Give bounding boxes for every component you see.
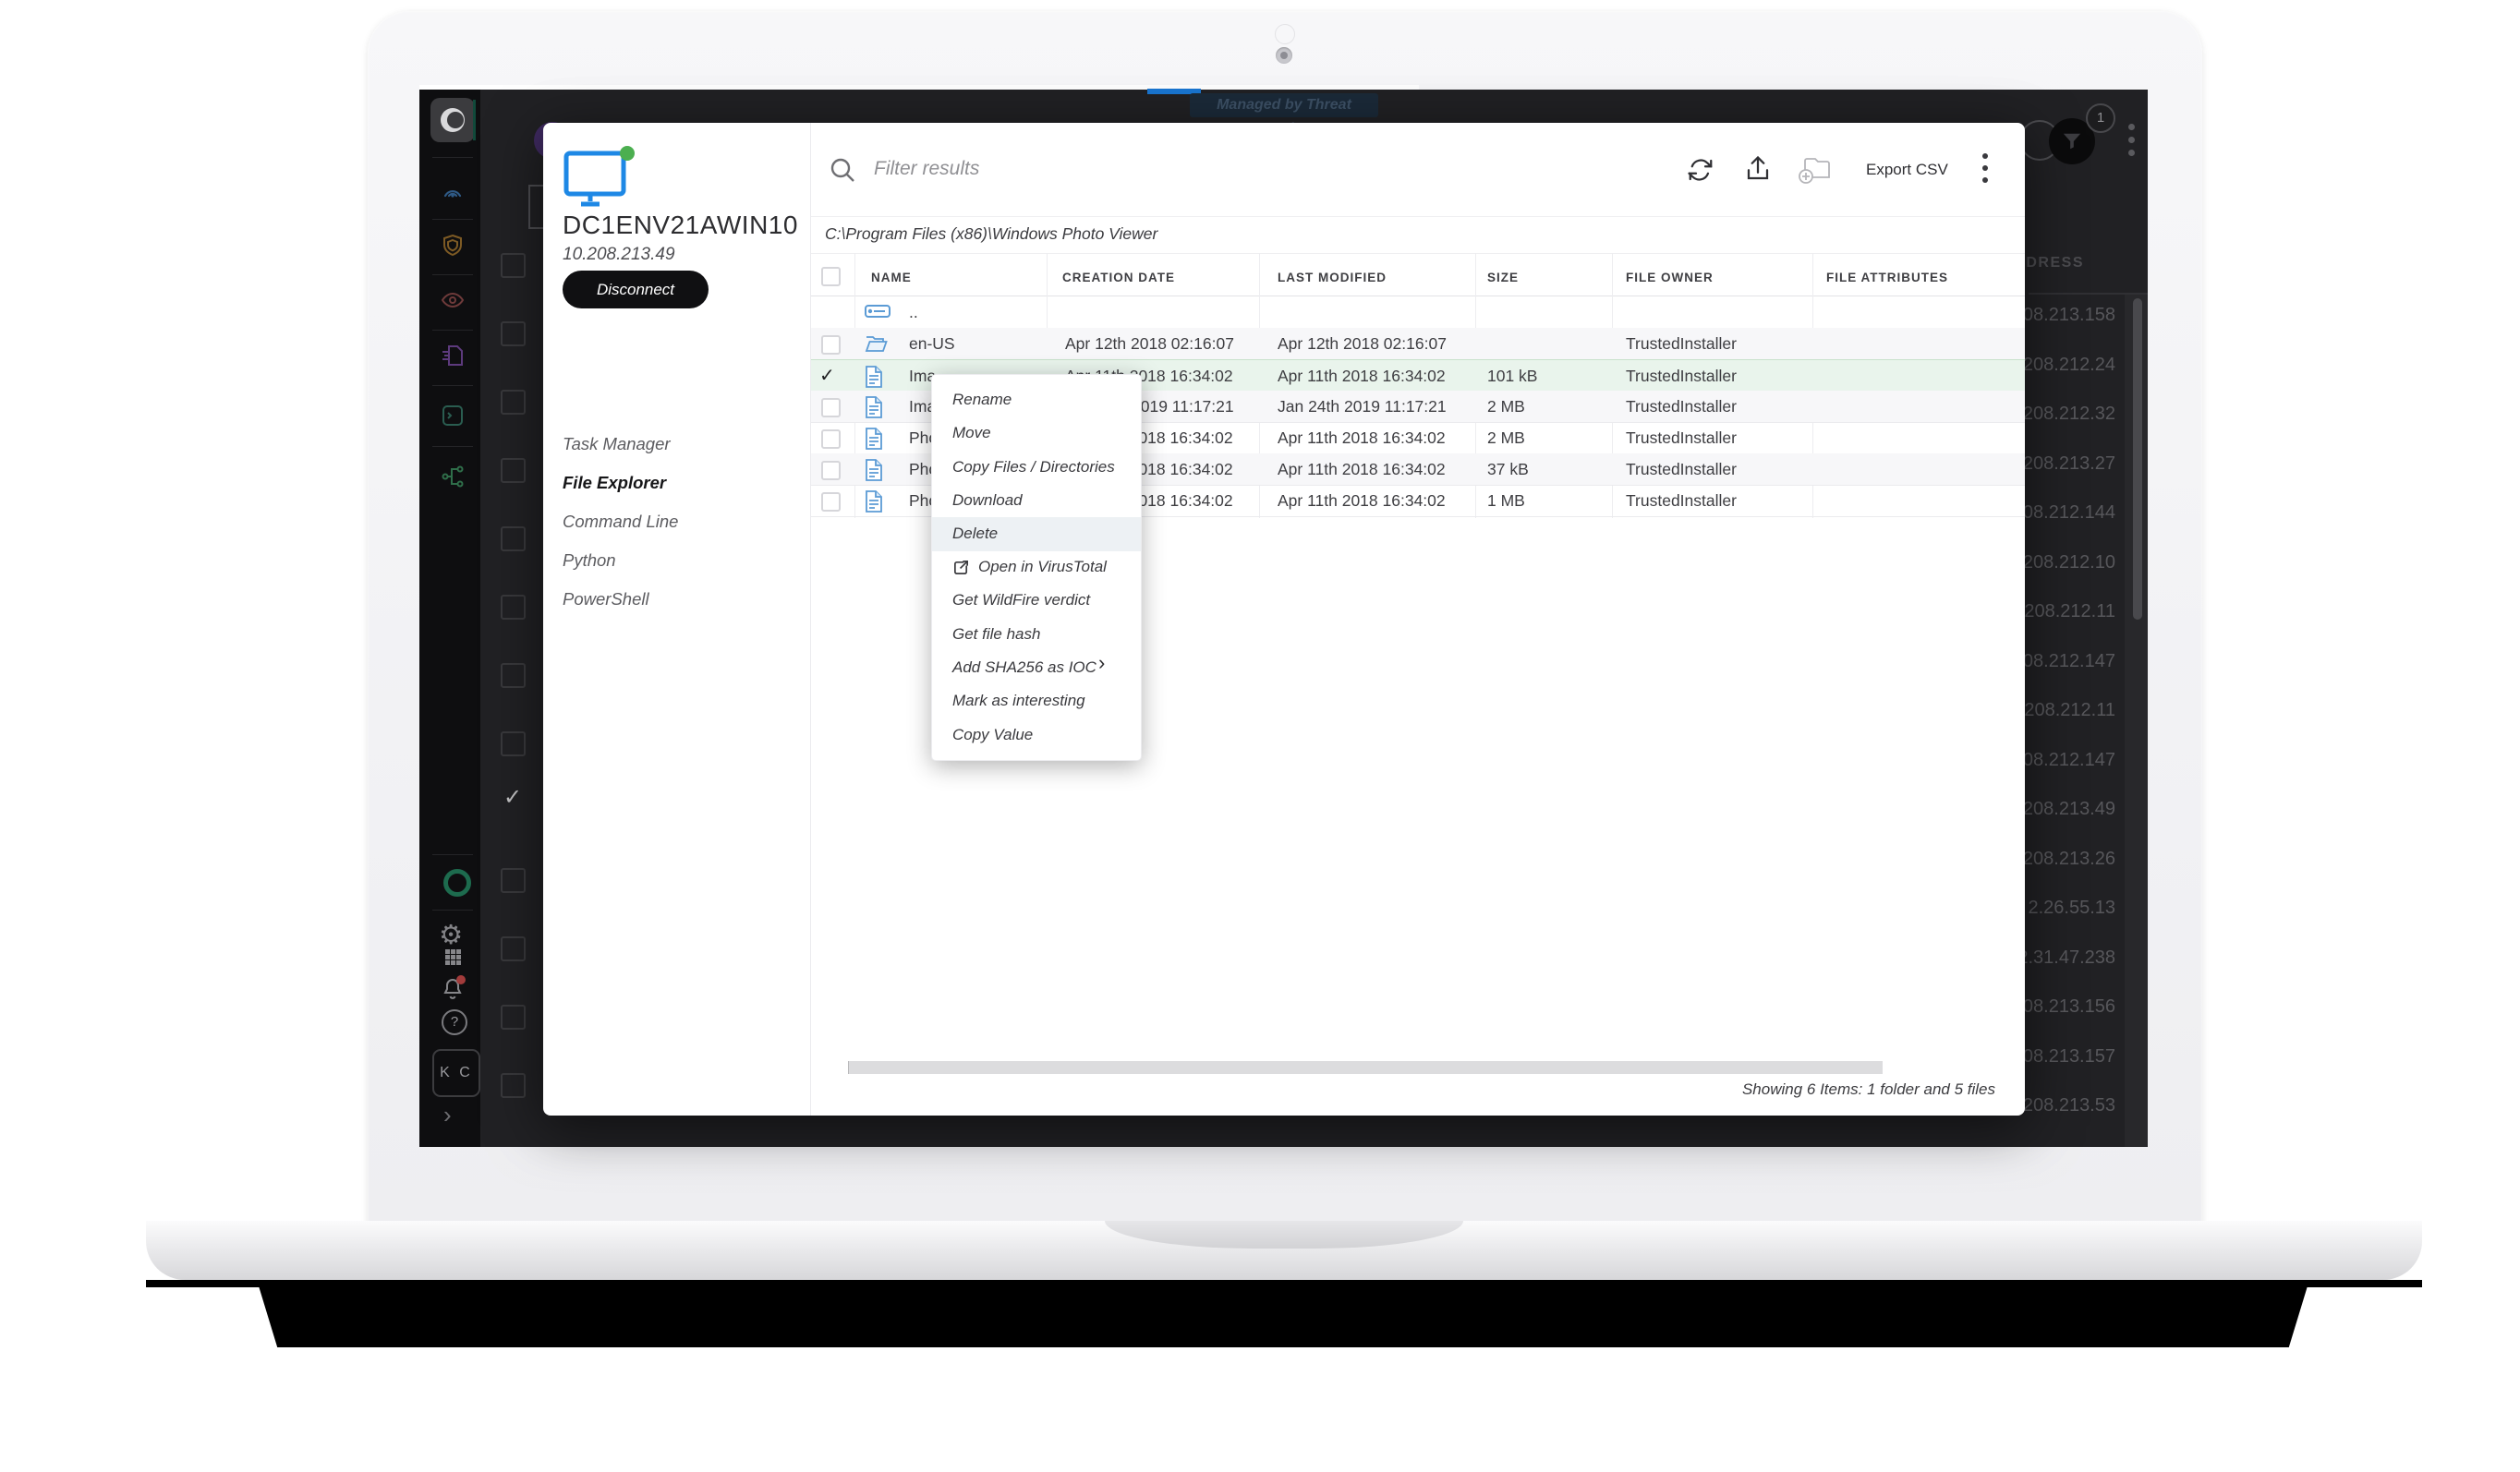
context-menu: Rename Move Copy Files / Directories Dow… xyxy=(931,374,1142,761)
nav-item-task-manager[interactable]: Task Manager xyxy=(563,434,671,458)
bg-kebab-menu-icon xyxy=(2128,124,2135,157)
select-all-checkbox[interactable] xyxy=(821,267,841,286)
file-icon xyxy=(865,396,883,418)
bg-checkbox xyxy=(501,390,526,415)
kebab-menu-icon[interactable] xyxy=(1982,153,1988,185)
managed-by-badge: Managed by Threat Hunting xyxy=(1190,93,1378,117)
terminal-square-icon[interactable] xyxy=(441,404,465,428)
monitor-icon xyxy=(563,146,640,212)
app-logo-icon[interactable] xyxy=(430,98,475,142)
bg-checkbox xyxy=(501,868,526,893)
bg-checkbox xyxy=(501,595,526,620)
report-icon[interactable] xyxy=(441,344,465,368)
row-checkbox[interactable] xyxy=(821,335,841,355)
gear-icon[interactable]: ⚙ xyxy=(439,919,468,950)
menu-item-delete[interactable]: Delete xyxy=(932,517,1141,551)
menu-item-copy-value[interactable]: Copy Value xyxy=(932,718,1141,752)
drive-up-icon xyxy=(865,302,890,320)
nav-item-file-explorer[interactable]: File Explorer xyxy=(563,473,666,497)
search-icon xyxy=(829,156,856,184)
disconnect-button[interactable]: Disconnect xyxy=(563,271,709,308)
help-icon[interactable]: ? xyxy=(442,1009,467,1035)
row-checkbox[interactable] xyxy=(821,461,841,480)
column-header-name[interactable]: NAME xyxy=(871,271,912,284)
bg-checkbox xyxy=(501,321,526,346)
column-header-last-modified[interactable]: LAST MODIFIED xyxy=(1278,271,1387,284)
menu-item-rename[interactable]: Rename xyxy=(932,383,1141,416)
table-row-en-us[interactable]: en-US Apr 12th 2018 02:16:07 Apr 12th 20… xyxy=(811,328,2025,360)
active-nav-indicator xyxy=(473,100,476,140)
device-name: DC1ENV21AWIN10 xyxy=(563,211,798,240)
menu-item-get-file-hash[interactable]: Get file hash xyxy=(932,618,1141,651)
new-folder-icon[interactable] xyxy=(1796,153,1831,185)
nav-item-powershell[interactable]: PowerShell xyxy=(563,589,649,613)
column-header-creation-date[interactable]: CREATION DATE xyxy=(1062,271,1175,284)
refresh-icon[interactable] xyxy=(1687,156,1714,184)
pipeline-icon[interactable] xyxy=(441,465,465,489)
bg-checkbox xyxy=(501,1073,526,1098)
breadcrumb-path: C:\Program Files (x86)\Windows Photo Vie… xyxy=(825,224,1157,244)
device-ip: 10.208.213.49 xyxy=(563,245,675,265)
notification-dot xyxy=(456,975,466,984)
nav-item-python[interactable]: Python xyxy=(563,550,616,574)
column-header-file-owner[interactable]: FILE OWNER xyxy=(1626,271,1714,284)
menu-item-download[interactable]: Download xyxy=(932,484,1141,517)
laptop-mockup: ⚙ ? K C › Managed by Threat Hunting ✓ 1 … xyxy=(0,0,2520,1472)
bg-scrollbar xyxy=(2133,298,2142,620)
bg-checkbox xyxy=(501,253,526,278)
file-icon xyxy=(865,366,883,388)
menu-item-get-wildfire-verdict[interactable]: Get WildFire verdict xyxy=(932,584,1141,617)
horizontal-scrollbar[interactable] xyxy=(849,1061,1883,1074)
column-header-file-attributes[interactable]: FILE ATTRIBUTES xyxy=(1826,271,1948,284)
filter-count-badge: 1 xyxy=(2086,103,2115,133)
camera-ghost-ring xyxy=(1275,24,1295,44)
search-input[interactable]: Filter results xyxy=(874,158,979,180)
row-checkbox[interactable] xyxy=(821,429,841,449)
file-icon xyxy=(865,490,883,513)
webcam-icon xyxy=(1276,47,1292,64)
row-checkbox[interactable] xyxy=(821,492,841,512)
external-link-icon xyxy=(952,559,970,576)
column-header-size[interactable]: SIZE xyxy=(1487,271,1519,284)
bg-checkbox xyxy=(501,731,526,756)
menu-item-copy-files[interactable]: Copy Files / Directories xyxy=(932,451,1141,484)
bg-checkbox xyxy=(501,458,526,483)
bg-checkbox xyxy=(501,663,526,688)
folder-icon xyxy=(865,333,889,354)
ring-icon[interactable] xyxy=(443,869,471,897)
nav-item-command-line[interactable]: Command Line xyxy=(563,512,678,536)
expand-sidebar-icon[interactable]: › xyxy=(443,1101,452,1129)
hidden-panel-edge xyxy=(528,185,543,229)
shield-icon[interactable] xyxy=(441,234,465,258)
status-text: Showing 6 Items: 1 folder and 5 files xyxy=(1570,1080,1995,1099)
row-checkbox[interactable] xyxy=(821,398,841,417)
radar-icon[interactable] xyxy=(441,180,465,204)
grid-icon[interactable] xyxy=(445,949,450,954)
upload-icon[interactable] xyxy=(1744,155,1772,183)
menu-item-mark-as-interesting[interactable]: Mark as interesting xyxy=(932,684,1141,718)
top-strip xyxy=(419,85,1419,90)
avatar[interactable]: K C xyxy=(432,1049,480,1097)
menu-item-move[interactable]: Move xyxy=(932,416,1141,450)
chevron-right-icon: › xyxy=(1098,651,1105,675)
checked-checkmark-icon[interactable]: ✓ xyxy=(819,364,835,386)
laptop-shadow-band xyxy=(257,1280,2309,1347)
table-row-up[interactable]: .. xyxy=(811,296,2025,329)
file-icon xyxy=(865,459,883,481)
export-csv-button[interactable]: Export CSV xyxy=(1866,161,1948,179)
bg-checkbox xyxy=(501,1005,526,1030)
bg-checkbox xyxy=(501,526,526,551)
menu-item-add-sha256-as-ioc[interactable]: Add SHA256 as IOC xyxy=(932,651,1141,684)
bg-checkbox xyxy=(501,936,526,961)
eye-icon[interactable] xyxy=(441,288,465,312)
bg-checkmark-icon: ✓ xyxy=(503,784,522,810)
file-icon xyxy=(865,428,883,450)
